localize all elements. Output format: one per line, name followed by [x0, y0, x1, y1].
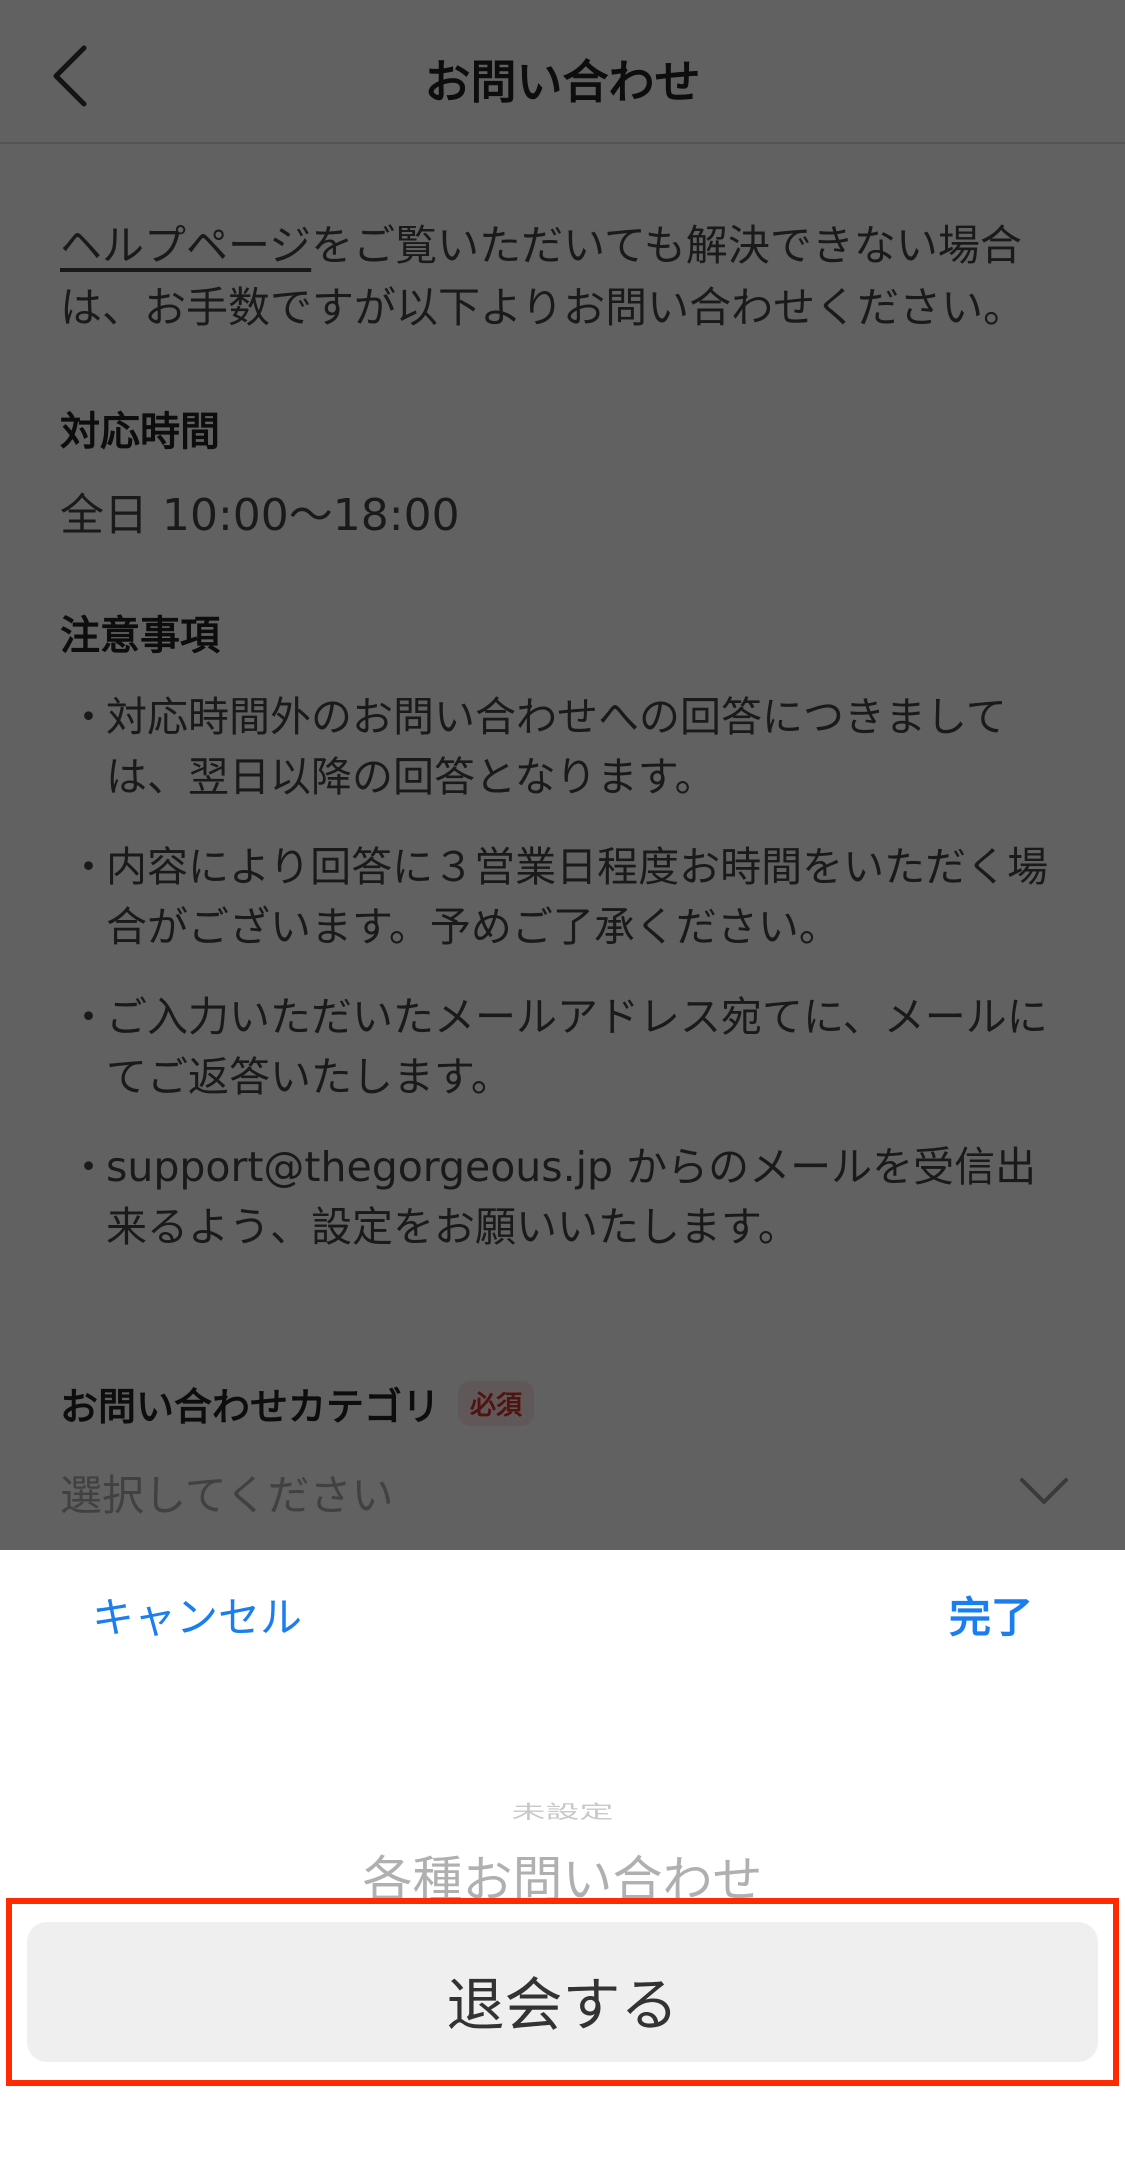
bullet: ・: [68, 1143, 109, 1191]
category-label: お問い合わせカテゴリ: [60, 1385, 441, 1429]
picker-option-general-inquiry[interactable]: 各種お問い合わせ: [0, 1840, 1125, 1912]
navbar: お問い合わせ: [0, 0, 1125, 144]
help-page-link[interactable]: ヘルプページ: [60, 221, 311, 270]
notes-list: ・対応時間外のお問い合わせへの回答につきましては、翌日以降の回答となります。 ・…: [60, 687, 1070, 1257]
note-text: 内容により回答に３営業日程度お時間をいただく場合がございます。予めご了承ください…: [106, 843, 1049, 951]
done-button[interactable]: 完了: [949, 1584, 1033, 1645]
picker-option-withdraw[interactable]: 退会する: [0, 1958, 1125, 2042]
notes-heading: 注意事項: [60, 613, 220, 659]
bullet: ・: [68, 693, 109, 741]
list-item: ・ support@thegorgeous.jp からのメールを受信出来るよう、設…: [60, 1137, 1070, 1257]
contact-page: お問い合わせ ヘルプページをご覧いただいても解決できない場合は、お手数ですが以下…: [0, 0, 1125, 1550]
page-content: ヘルプページをご覧いただいても解決できない場合は、お手数ですが以下よりお問い合わ…: [60, 215, 1070, 1287]
screen: お問い合わせ ヘルプページをご覧いただいても解決できない場合は、お手数ですが以下…: [0, 0, 1125, 2161]
chevron-down-icon: [1018, 1476, 1070, 1508]
note-text: support@thegorgeous.jp からのメールを受信出来るよう、設定…: [106, 1143, 1037, 1251]
bullet: ・: [68, 993, 109, 1041]
category-label-row: お問い合わせカテゴリ 必須: [60, 1376, 535, 1431]
bullet: ・: [68, 843, 109, 891]
category-select[interactable]: 選択してください: [60, 1462, 1070, 1522]
hours-value: 全日 10:00～18:00: [60, 490, 460, 541]
note-text: 対応時間外のお問い合わせへの回答につきましては、翌日以降の回答となります。: [106, 693, 1007, 801]
intro-text: ヘルプページをご覧いただいても解決できない場合は、お手数ですが以下よりお問い合わ…: [60, 215, 1070, 339]
page-title: お問い合わせ: [424, 55, 701, 109]
required-badge: 必須: [458, 1381, 535, 1426]
list-item: ・対応時間外のお問い合わせへの回答につきましては、翌日以降の回答となります。: [60, 687, 1070, 807]
hours-heading: 対応時間: [60, 409, 220, 455]
list-item: ・内容により回答に３営業日程度お時間をいただく場合がございます。予めご了承くださ…: [60, 837, 1070, 957]
picker-sheet: キャンセル 完了 未設定 各種お問い合わせ 退会する: [0, 1550, 1125, 2161]
note-text: ご入力いただいたメールアドレス宛てに、メールにてご返答いたします。: [106, 993, 1048, 1101]
picker-option-unset[interactable]: 未設定: [0, 1797, 1125, 1824]
list-item: ・ご入力いただいたメールアドレス宛てに、メールにてご返答いたします。: [60, 987, 1070, 1107]
cancel-button[interactable]: キャンセル: [92, 1584, 302, 1645]
category-select-placeholder: 選択してください: [60, 1471, 394, 1520]
